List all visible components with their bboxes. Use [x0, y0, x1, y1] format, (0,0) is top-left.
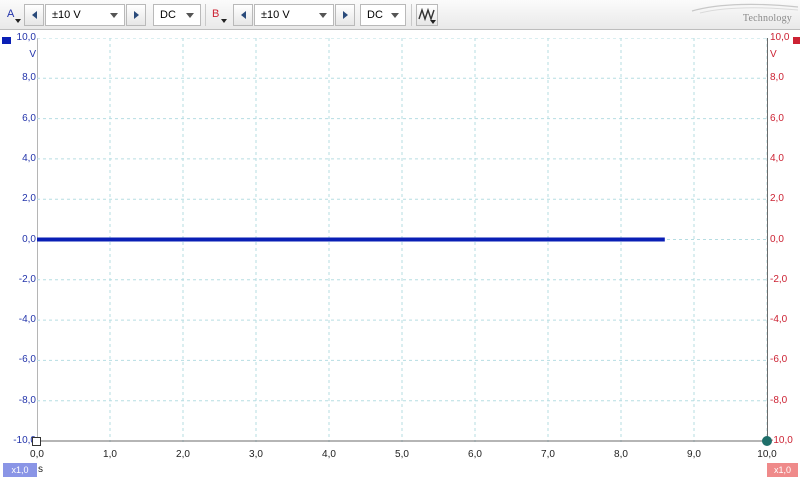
- left-zoom-badge[interactable]: x1,0: [3, 463, 37, 477]
- arrow-right-icon: [133, 11, 139, 19]
- channel-a-label: A: [7, 8, 15, 20]
- channel-b-coupling-select[interactable]: DC: [360, 4, 406, 26]
- y-tick-label-left: 6,0: [22, 112, 36, 124]
- waveform-menu-icon: [430, 20, 436, 24]
- y-tick-label-right: 8,0: [770, 72, 784, 84]
- y-tick-label-left: -4,0: [18, 314, 36, 326]
- left-y-unit: V: [29, 49, 36, 60]
- channel-b-label: B: [212, 8, 220, 20]
- y-tick-label-right: -8,0: [770, 394, 788, 406]
- channel-a-range-increase-button[interactable]: [126, 4, 146, 26]
- chevron-down-icon: [391, 13, 399, 18]
- trigger-waveform-button[interactable]: [416, 4, 438, 26]
- y-tick-label-right: -2,0: [770, 273, 788, 285]
- x-tick-label: 6,0: [468, 449, 482, 460]
- chevron-down-icon: [319, 13, 327, 18]
- y-tick-label-left: 8,0: [22, 72, 36, 84]
- start-cursor-handle[interactable]: [32, 437, 41, 446]
- channel-b-range-decrease-button[interactable]: [233, 4, 253, 26]
- channel-b-coupling-value: DC: [367, 9, 383, 21]
- channel-b-range-select[interactable]: ±10 V: [254, 4, 334, 26]
- x-tick-label: 2,0: [176, 449, 190, 460]
- channel-b-range-increase-button[interactable]: [335, 4, 355, 26]
- x-tick-label: 1,0: [103, 449, 117, 460]
- arrow-left-icon: [31, 11, 37, 19]
- arrow-right-icon: [342, 11, 348, 19]
- toolbar: A ±10 V DC B ±10 V DC Technology: [0, 0, 800, 30]
- channel-b-menu-icon[interactable]: [221, 19, 227, 23]
- x-unit: s: [38, 464, 43, 475]
- y-tick-label-left: -6,0: [18, 354, 36, 366]
- x-tick-label: 10,0: [757, 449, 777, 460]
- right-y-unit: V: [770, 49, 777, 60]
- x-tick-label: 4,0: [322, 449, 336, 460]
- y-tick-label-left: -2,0: [18, 273, 36, 285]
- plot-area[interactable]: [37, 38, 768, 442]
- y-tick-label-left: 0,0: [22, 233, 36, 245]
- channel-a-range-value: ±10 V: [52, 9, 81, 21]
- y-tick-label-right: -4,0: [770, 314, 788, 326]
- channel-a-range-decrease-button[interactable]: [24, 4, 44, 26]
- chevron-down-icon: [110, 13, 118, 18]
- y-tick-label-left: 10,0: [16, 32, 36, 43]
- arrow-left-icon: [240, 11, 246, 19]
- channel-a-coupling-select[interactable]: DC: [153, 4, 201, 26]
- y-tick-label-right: -6,0: [770, 354, 788, 366]
- x-tick-label: 3,0: [249, 449, 263, 460]
- y-tick-label-right: 6,0: [770, 112, 784, 124]
- right-zoom-badge[interactable]: x1,0: [767, 463, 798, 477]
- y-tick-label-left: 4,0: [22, 152, 36, 164]
- channel-a-coupling-value: DC: [160, 9, 176, 21]
- toolbar-divider: [205, 4, 206, 26]
- channel-b-range-value: ±10 V: [261, 9, 290, 21]
- y-tick-label-left: -10,0: [13, 435, 36, 446]
- y-tick-label-left: 2,0: [22, 193, 36, 205]
- y-tick-label-left: -8,0: [18, 394, 36, 406]
- toolbar-divider: [411, 4, 412, 26]
- y-tick-label-right: -10,0: [770, 435, 793, 446]
- chevron-down-icon: [186, 13, 194, 18]
- end-cursor-handle[interactable]: [762, 436, 772, 446]
- logo-text: Technology: [742, 13, 792, 24]
- x-tick-label: 7,0: [541, 449, 555, 460]
- y-tick-label-right: 2,0: [770, 193, 784, 205]
- x-tick-label: 9,0: [687, 449, 701, 460]
- x-tick-label: 5,0: [395, 449, 409, 460]
- channel-a-range-select[interactable]: ±10 V: [45, 4, 125, 26]
- y-tick-label-right: 0,0: [770, 233, 784, 245]
- y-tick-label-right: 10,0: [770, 32, 790, 43]
- y-tick-label-right: 4,0: [770, 152, 784, 164]
- channel-a-menu-icon[interactable]: [15, 19, 21, 23]
- x-tick-label: 0,0: [30, 449, 44, 460]
- x-tick-label: 8,0: [614, 449, 628, 460]
